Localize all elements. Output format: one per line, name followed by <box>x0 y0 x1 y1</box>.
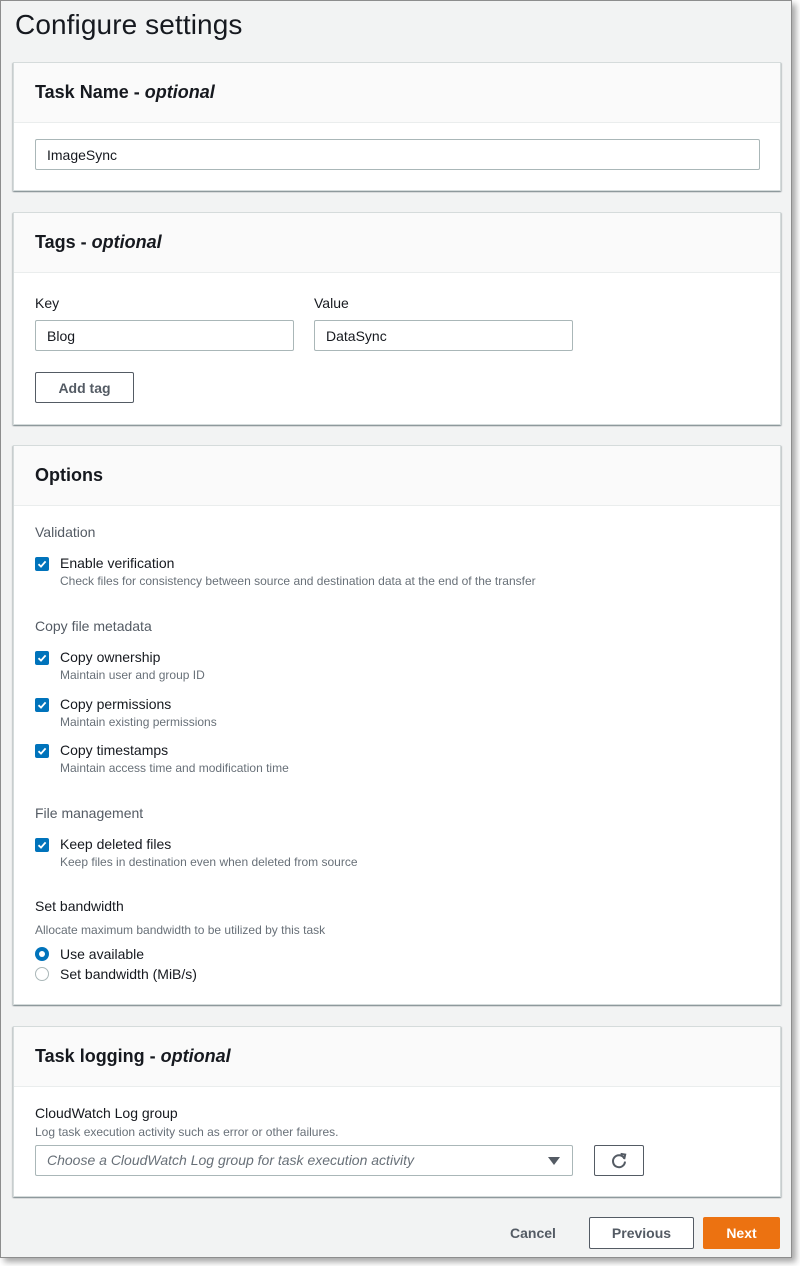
task-logging-card: Task logging - optional CloudWatch Log g… <box>13 1026 781 1197</box>
options-card: Options Validation Enable verification C… <box>13 445 781 1005</box>
copy-metadata-label: Copy file metadata <box>35 618 152 634</box>
cloudwatch-log-group-select[interactable]: Choose a CloudWatch Log group for task e… <box>35 1145 573 1176</box>
task-name-header: Task Name - optional <box>14 63 780 123</box>
tags-card: Tags - optional Key Value Add tag <box>13 212 781 425</box>
refresh-button[interactable] <box>594 1145 644 1176</box>
check-icon <box>37 654 47 662</box>
cloudwatch-log-group-desc: Log task execution activity such as erro… <box>35 1125 339 1139</box>
keep-deleted-files-desc: Keep files in destination even when dele… <box>60 855 358 869</box>
use-available-radio[interactable] <box>35 947 49 961</box>
enable-verification-checkbox[interactable] <box>35 557 49 571</box>
tags-heading: Tags - <box>35 232 92 252</box>
tags-header: Tags - optional <box>14 213 780 273</box>
page-frame: Configure settings Task Name - optional … <box>0 0 792 1258</box>
check-icon <box>37 841 47 849</box>
validation-label: Validation <box>35 524 96 540</box>
task-name-heading: Task Name - <box>35 82 145 102</box>
tag-key-input[interactable] <box>35 320 294 351</box>
copy-ownership-desc: Maintain user and group ID <box>60 668 205 682</box>
check-icon <box>37 747 47 755</box>
copy-timestamps-title: Copy timestamps <box>60 742 169 758</box>
enable-verification-desc: Check files for consistency between sour… <box>60 574 536 588</box>
page-title: Configure settings <box>15 9 243 40</box>
task-logging-heading: Task logging - <box>35 1046 161 1066</box>
keep-deleted-files-checkbox[interactable] <box>35 838 49 852</box>
copy-permissions-checkbox[interactable] <box>35 698 49 712</box>
cloudwatch-log-group-label: CloudWatch Log group <box>35 1105 178 1121</box>
task-logging-heading-optional: optional <box>160 1046 231 1066</box>
task-name-card: Task Name - optional <box>13 62 781 191</box>
options-heading: Options <box>35 465 103 485</box>
tags-heading-optional: optional <box>91 232 162 252</box>
task-name-input[interactable] <box>35 139 760 170</box>
copy-permissions-title: Copy permissions <box>60 696 172 712</box>
copy-permissions-desc: Maintain existing permissions <box>60 715 217 729</box>
set-bandwidth-desc: Allocate maximum bandwidth to be utilize… <box>35 923 326 937</box>
options-header: Options <box>14 446 780 506</box>
file-management-label: File management <box>35 805 144 821</box>
set-bandwidth-radio-label: Set bandwidth (MiB/s) <box>60 966 197 982</box>
check-icon <box>37 560 47 568</box>
enable-verification-title: Enable verification <box>60 555 175 571</box>
tag-key-label: Key <box>35 295 60 311</box>
copy-ownership-checkbox[interactable] <box>35 651 49 665</box>
caret-down-icon <box>548 1157 560 1165</box>
copy-timestamps-desc: Maintain access time and modification ti… <box>60 761 289 775</box>
check-icon <box>37 701 47 709</box>
set-bandwidth-label: Set bandwidth <box>35 898 124 914</box>
use-available-label: Use available <box>60 946 145 962</box>
add-tag-button[interactable]: Add tag <box>35 372 134 403</box>
task-name-heading-optional: optional <box>144 82 215 102</box>
copy-ownership-title: Copy ownership <box>60 649 161 665</box>
select-placeholder: Choose a CloudWatch Log group for task e… <box>47 1152 415 1168</box>
refresh-icon <box>612 1152 627 1168</box>
next-button[interactable]: Next <box>703 1217 780 1249</box>
set-bandwidth-radio[interactable] <box>35 967 49 981</box>
tag-value-label: Value <box>314 295 349 311</box>
tag-value-input[interactable] <box>314 320 573 351</box>
keep-deleted-files-title: Keep deleted files <box>60 836 172 852</box>
task-logging-header: Task logging - optional <box>14 1027 780 1087</box>
cancel-button[interactable]: Cancel <box>510 1225 556 1241</box>
copy-timestamps-checkbox[interactable] <box>35 744 49 758</box>
previous-button[interactable]: Previous <box>589 1217 694 1249</box>
